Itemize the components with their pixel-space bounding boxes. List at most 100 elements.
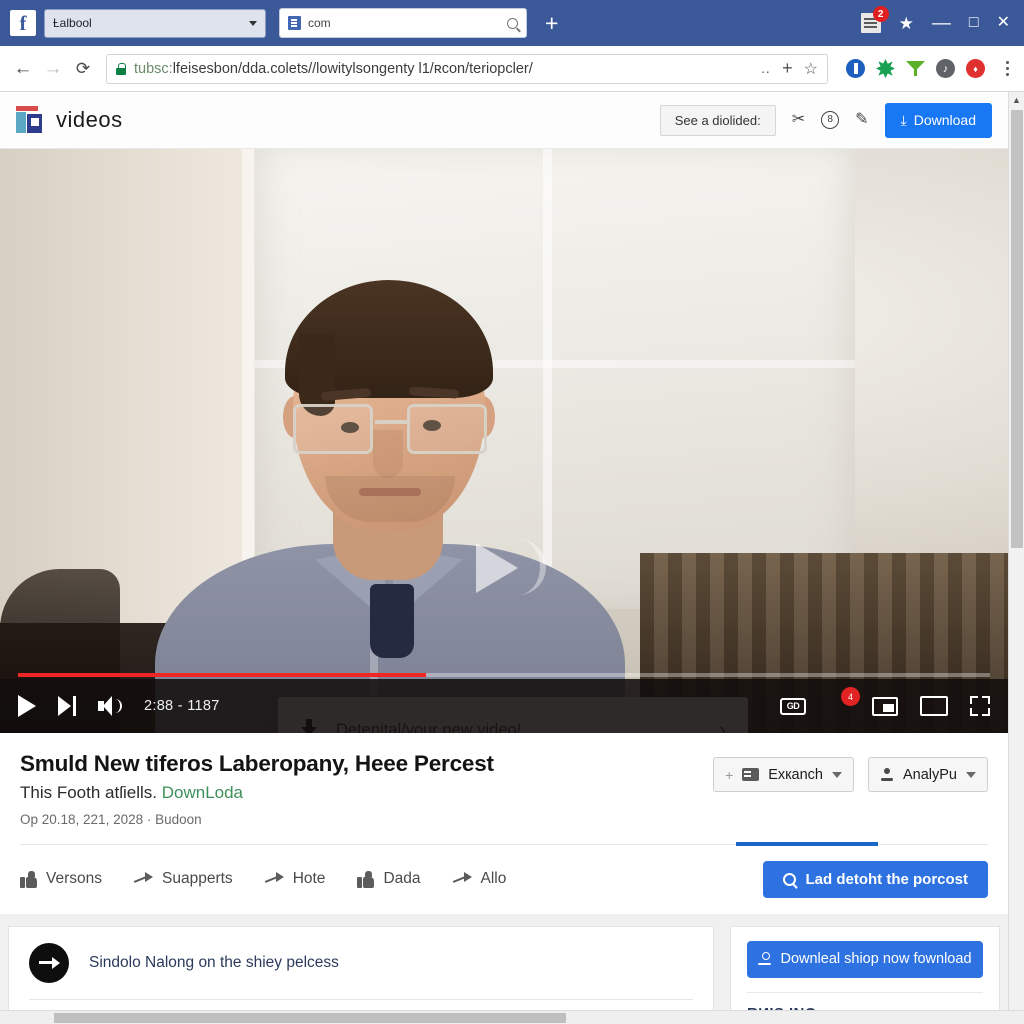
action-allo[interactable]: Allo xyxy=(453,870,506,888)
videos-logo-icon xyxy=(16,106,46,134)
progress-scrubber[interactable] xyxy=(18,673,990,677)
page-content: videos See a diolided: ✂ 8 ✎ ⤓ Download xyxy=(0,92,1024,1024)
url-scheme: tubsc: xyxy=(134,60,173,77)
vertical-scrollbar[interactable]: ▲ ▼ xyxy=(1008,92,1024,1024)
extension-funnel-icon[interactable] xyxy=(906,59,925,78)
url-overflow-dots: ‥ xyxy=(760,60,772,76)
settings-gear-button[interactable]: 4 xyxy=(828,687,860,717)
close-button[interactable]: ✕ xyxy=(997,15,1010,31)
action-label: Suapperts xyxy=(162,870,233,888)
reload-button[interactable]: ⟳ xyxy=(68,54,98,84)
scrollbar-thumb[interactable] xyxy=(1011,110,1023,548)
action-label: Versons xyxy=(46,870,103,888)
facebook-logo: f xyxy=(10,10,36,36)
action-versons[interactable]: Versons xyxy=(20,870,102,888)
window-controls-group: 2 ★ — □ ✕ xyxy=(860,6,1014,33)
horizontal-scrollbar-thumb[interactable] xyxy=(54,1013,566,1023)
notifications-button[interactable]: 2 xyxy=(860,6,889,33)
search-icon xyxy=(782,872,796,886)
fullscreen-icon[interactable] xyxy=(970,696,990,716)
video-frame-image xyxy=(0,149,1008,733)
action-label: Hote xyxy=(292,870,326,888)
pencil-icon[interactable]: ✎ xyxy=(855,112,868,128)
plus-icon: + xyxy=(725,766,734,783)
extension-red-icon[interactable] xyxy=(966,59,985,78)
kebab-menu-icon[interactable] xyxy=(998,59,1016,78)
video-subtitle-link[interactable]: DownLoda xyxy=(162,783,243,802)
bookmark-star-icon[interactable]: ☆ xyxy=(804,59,818,79)
analytics-dropdown[interactable]: AnalyPu xyxy=(867,757,988,792)
progress-fill xyxy=(18,673,427,677)
action-hote[interactable]: Hote xyxy=(265,870,326,888)
person-download-icon xyxy=(758,952,772,966)
download-button[interactable]: ⤓ Download xyxy=(884,102,992,138)
extension-blue-icon[interactable] xyxy=(846,59,865,78)
play-icon[interactable] xyxy=(18,695,36,717)
find-podcast-button[interactable]: Lad detoht the porcost xyxy=(762,860,988,898)
download-arrow-icon: ⤓ xyxy=(900,111,907,128)
search-icon[interactable] xyxy=(507,17,518,29)
see-divided-button[interactable]: See a diolided: xyxy=(659,104,776,136)
person-icon xyxy=(880,767,894,782)
minimize-button[interactable]: — xyxy=(932,14,951,33)
volume-icon[interactable] xyxy=(98,696,122,716)
settings-badge: 4 xyxy=(841,687,860,706)
controls-row: 2:88 - 1187 GD 4 xyxy=(0,683,1008,729)
sidebar-divider xyxy=(747,991,983,993)
share-arrow-icon xyxy=(453,871,472,887)
browser-url-bar: ← → ⟳ tubsc:lfeisesbon/dda.colets//lowit… xyxy=(0,46,1024,92)
active-tab-accent xyxy=(736,841,878,846)
action-dada[interactable]: Dada xyxy=(357,870,421,888)
video-player[interactable]: Detenital/your new video! › 2:88 - 1187 … xyxy=(0,149,1008,733)
circle-arrow-icon xyxy=(29,942,69,983)
new-tab-button[interactable]: + xyxy=(545,11,558,35)
star-icon[interactable]: ★ xyxy=(899,15,914,32)
exchange-dropdown[interactable]: + Exкanch xyxy=(713,757,854,792)
video-info-section: Smuld New tiferos Laberopany, Heee Perce… xyxy=(0,733,1008,846)
thumbs-up-icon xyxy=(357,870,375,888)
account-dropdown[interactable]: Ƚalbool xyxy=(44,8,266,38)
video-info-text: Smuld New tiferos Laberopany, Heee Perce… xyxy=(20,751,713,827)
back-button[interactable]: ← xyxy=(8,54,38,84)
extension-gray-icon[interactable] xyxy=(936,59,955,78)
sidebar-download-button[interactable]: Downleal shiop now fownload xyxy=(747,940,983,978)
video-meta: Op 20.18, 221, 2028 · Budoon xyxy=(20,811,202,827)
share-arrow-icon xyxy=(265,871,284,887)
badge-icon[interactable]: 8 xyxy=(821,111,840,129)
url-plus-icon[interactable]: + xyxy=(782,58,793,79)
video-time: 2:88 - 1187 xyxy=(144,698,220,714)
comment-prompt-text: Sindolo Nalong on the shiey pelcess xyxy=(89,953,339,971)
next-track-icon[interactable] xyxy=(58,696,76,716)
action-buttons: Versons Suapperts Hote Dada Allo xyxy=(20,870,506,888)
find-podcast-label: Lad detoht the porcost xyxy=(805,870,969,888)
scissors-icon[interactable]: ✂ xyxy=(792,112,805,128)
captions-icon[interactable]: GD xyxy=(780,697,806,715)
action-suapperts[interactable]: Suapperts xyxy=(134,870,233,888)
address-bar[interactable]: tubsc:lfeisesbon/dda.colets//lowitylsong… xyxy=(106,53,828,84)
screen-icon xyxy=(742,768,760,781)
video-subtitle: This Footh atſiells. DownLoda xyxy=(20,783,713,803)
lock-icon xyxy=(116,62,126,75)
chevron-down-icon xyxy=(831,771,842,778)
share-arrow-icon xyxy=(134,871,154,887)
maximize-button[interactable]: □ xyxy=(969,15,979,31)
forward-button[interactable]: → xyxy=(38,54,68,84)
chevron-down-icon xyxy=(966,771,976,778)
video-subject-person xyxy=(155,254,625,733)
sidebar-download-label: Downleal shiop now fownload xyxy=(780,951,972,968)
miniplayer-icon[interactable] xyxy=(872,696,898,716)
exchange-dropdown-label: Exкanch xyxy=(768,766,823,783)
play-button-icon[interactable] xyxy=(470,535,548,601)
theater-mode-icon[interactable] xyxy=(920,696,948,716)
horizontal-scrollbar[interactable] xyxy=(0,1010,1024,1024)
facebook-favicon xyxy=(288,16,301,30)
scroll-up-arrow[interactable]: ▲ xyxy=(1009,92,1024,108)
controls-right-group: GD 4 xyxy=(780,687,990,717)
tab-search-field[interactable]: com xyxy=(279,8,527,38)
brand[interactable]: videos xyxy=(16,106,123,134)
comment-prompt[interactable]: Sindolo Nalong on the shiey pelcess xyxy=(29,942,693,983)
download-button-label: Download xyxy=(913,112,976,128)
video-action-row: Versons Suapperts Hote Dada Allo Lad det… xyxy=(0,844,1008,914)
extension-clover-icon[interactable] xyxy=(876,59,895,78)
analytics-dropdown-label: AnalyPu xyxy=(902,766,957,783)
